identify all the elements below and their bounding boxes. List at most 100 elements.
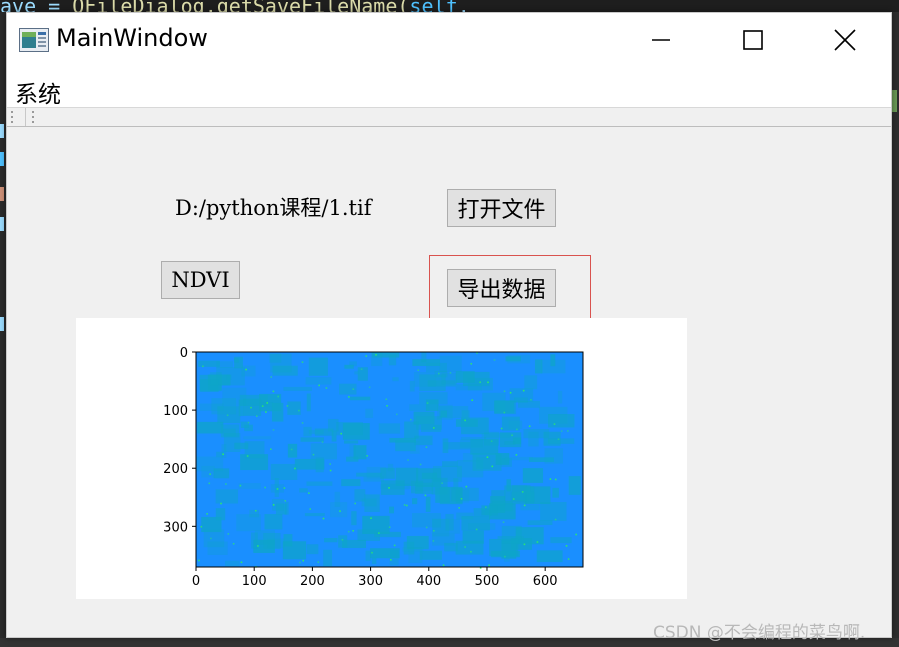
- heatmap-texture-patch: [346, 456, 359, 462]
- heatmap-speckle: [239, 484, 242, 487]
- heatmap-texture-patch: [314, 428, 334, 436]
- toolbar-grip-handle[interactable]: [31, 111, 35, 123]
- heatmap-speckle: [487, 381, 489, 384]
- heatmap-speckle: [283, 487, 286, 489]
- export-data-button[interactable]: 导出数据: [447, 269, 556, 307]
- heatmap-speckle: [388, 526, 391, 529]
- heatmap-speckle: [530, 398, 532, 401]
- heatmap-texture-patch: [215, 489, 239, 504]
- heatmap-speckle: [312, 453, 315, 456]
- heatmap-speckle: [521, 491, 524, 493]
- heatmap-speckle: [554, 478, 557, 481]
- heatmap-speckle: [264, 486, 266, 489]
- heatmap-texture-patch: [536, 550, 563, 563]
- heatmap-speckle: [502, 521, 505, 523]
- code-token: ,: [457, 0, 470, 12]
- heatmap-texture-patch: [425, 496, 431, 512]
- heatmap-speckle: [200, 525, 203, 528]
- heatmap-texture-patch: [451, 487, 479, 501]
- heatmap-texture-patch: [304, 513, 325, 517]
- heatmap-texture-patch: [344, 364, 354, 369]
- heatmap-speckle: [388, 487, 390, 489]
- background-code-line: ave = QFileDialog.getSaveFileName(self,: [0, 0, 899, 12]
- code-token: .getSaveFileName(: [204, 0, 410, 12]
- heatmap-texture-patch: [511, 485, 531, 502]
- heatmap-speckle: [426, 402, 429, 404]
- heatmap-speckle: [347, 530, 350, 533]
- heatmap-speckle: [360, 368, 363, 371]
- ndvi-heatmap-chart: 0 100 200 300 400 500 600 0 100 200 300: [163, 346, 584, 589]
- heatmap-texture-patch: [274, 478, 279, 497]
- heatmap-texture-patch: [310, 443, 337, 460]
- close-button[interactable]: [799, 13, 891, 67]
- heatmap-speckle: [286, 405, 289, 407]
- heatmap-texture-patch: [432, 518, 450, 537]
- heatmap-speckle: [567, 558, 570, 560]
- heatmap-speckle: [549, 478, 552, 480]
- heatmap-speckle: [265, 411, 267, 413]
- heatmap-texture-patch: [351, 511, 357, 526]
- heatmap-texture-patch: [548, 438, 575, 444]
- heatmap-texture-patch: [270, 463, 298, 480]
- heatmap-speckle: [490, 440, 493, 443]
- heatmap-speckle: [406, 504, 408, 507]
- heatmap-texture-patch: [520, 504, 540, 511]
- heatmap-texture-patch: [523, 429, 550, 439]
- heatmap-texture-patch: [419, 374, 446, 391]
- heatmap-texture-patch: [220, 424, 240, 438]
- heatmap-speckle: [254, 509, 257, 512]
- heatmap-texture-patch: [387, 463, 394, 472]
- heatmap-texture-patch: [534, 359, 543, 374]
- menu-item-system[interactable]: 系统: [13, 73, 63, 111]
- heatmap-speckle: [321, 441, 324, 443]
- heatmap-texture-patch: [198, 360, 220, 367]
- maximize-button[interactable]: [707, 13, 799, 67]
- heatmap-texture-patch: [522, 468, 544, 483]
- heatmap-texture-patch: [439, 355, 462, 373]
- heatmap-texture-patch: [378, 423, 401, 434]
- heatmap-speckle: [365, 355, 368, 357]
- heatmap-texture-patch: [225, 560, 240, 567]
- heatmap-speckle: [352, 529, 354, 532]
- heatmap-texture-patch: [222, 387, 247, 406]
- heatmap-texture-patch: [234, 442, 249, 450]
- heatmap-speckle: [407, 459, 409, 461]
- heatmap-speckle: [322, 517, 325, 520]
- file-path-label: D:/python课程/1.tif: [175, 196, 372, 220]
- x-tick-label: 300: [358, 574, 383, 589]
- heatmap-speckle: [370, 517, 372, 520]
- title-bar[interactable]: MainWindow: [7, 13, 891, 67]
- heatmap-speckle: [227, 533, 230, 535]
- x-tick-label: 600: [533, 574, 558, 589]
- heatmap-texture-patch: [243, 398, 262, 416]
- heatmap-texture-patch: [540, 502, 567, 521]
- heatmap-texture-patch: [362, 515, 390, 535]
- ndvi-plot-figure: 0 100 200 300 400 500 600 0 100 200 300: [76, 318, 687, 599]
- heatmap-speckle: [301, 422, 304, 424]
- open-file-button[interactable]: 打开文件: [447, 189, 556, 227]
- heatmap-texture-patch: [315, 457, 324, 473]
- code-token: self: [409, 0, 458, 12]
- toolbar-separator: [25, 108, 26, 126]
- heatmap-texture-patch: [389, 506, 394, 514]
- heatmap-speckle: [245, 368, 247, 371]
- heatmap-speckle: [209, 473, 211, 475]
- toolbar-grip-handle[interactable]: [10, 111, 14, 123]
- heatmap-speckle: [396, 413, 398, 416]
- heatmap-texture-patch: [548, 414, 575, 428]
- heatmap-speckle: [553, 423, 556, 425]
- heatmap-texture-patch: [550, 537, 572, 544]
- heatmap-texture-patch: [504, 456, 533, 461]
- heatmap-speckle: [432, 540, 435, 542]
- heatmap-texture-patch: [408, 547, 423, 563]
- heatmap-speckle: [198, 559, 200, 562]
- minimize-button[interactable]: [615, 13, 707, 67]
- heatmap-speckle: [536, 541, 539, 543]
- heatmap-texture-patch: [470, 439, 499, 455]
- heatmap-speckle: [246, 455, 249, 457]
- heatmap-texture-patch: [501, 416, 520, 431]
- ndvi-button[interactable]: NDVI: [161, 261, 240, 299]
- heatmap-speckle: [575, 533, 577, 536]
- heatmap-speckle: [476, 352, 478, 354]
- heatmap-texture-patch: [409, 380, 415, 392]
